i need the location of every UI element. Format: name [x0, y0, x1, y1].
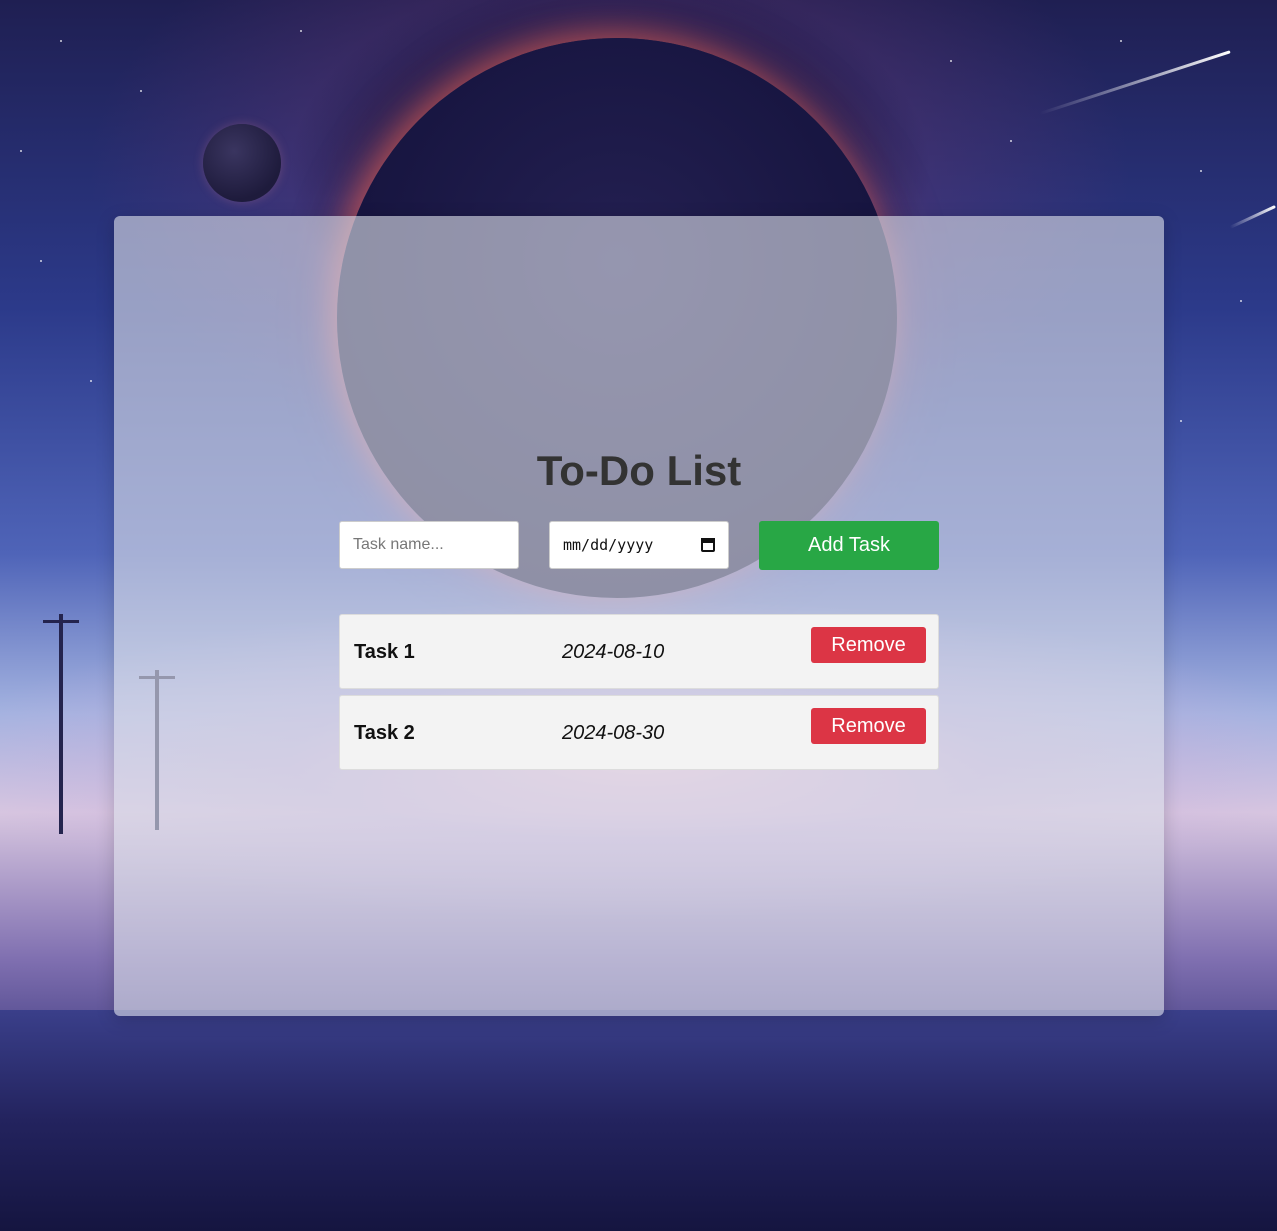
task-name: Task 2 — [354, 722, 415, 744]
remove-task-button[interactable]: Remove — [811, 708, 926, 744]
task-date: 2024-08-30 — [562, 722, 665, 744]
star — [90, 380, 92, 382]
star — [1200, 170, 1202, 172]
star — [300, 30, 302, 32]
star — [140, 90, 142, 92]
page-title: To-Do List — [536, 447, 742, 494]
todo-content: To-Do List mm/dd/yyyy Add Task Task 1 20… — [339, 446, 939, 776]
calendar-icon[interactable] — [701, 538, 715, 552]
star — [40, 260, 42, 262]
add-task-form: mm/dd/yyyy Add Task — [339, 521, 939, 570]
star — [60, 40, 62, 42]
shooting-star — [1039, 50, 1231, 115]
add-task-button[interactable]: Add Task — [759, 521, 939, 570]
remove-task-button[interactable]: Remove — [811, 627, 926, 663]
task-list: Task 1 2024-08-10 Remove Task 2 2024-08-… — [339, 614, 939, 770]
star — [1180, 420, 1182, 422]
star — [1120, 40, 1122, 42]
utility-pole — [43, 614, 79, 834]
star — [950, 60, 952, 62]
date-placeholder: mm/dd/yyyy — [563, 536, 654, 554]
shooting-star — [1229, 205, 1276, 229]
due-date-input[interactable]: mm/dd/yyyy — [549, 521, 729, 569]
road — [0, 1010, 1277, 1231]
small-moon — [203, 124, 281, 202]
star — [1010, 140, 1012, 142]
star — [20, 150, 22, 152]
task-item: Task 1 2024-08-10 Remove — [339, 614, 939, 689]
task-item: Task 2 2024-08-30 Remove — [339, 695, 939, 770]
task-date: 2024-08-10 — [562, 641, 665, 663]
task-name: Task 1 — [354, 641, 415, 663]
star — [1240, 300, 1242, 302]
todo-panel: To-Do List mm/dd/yyyy Add Task Task 1 20… — [114, 216, 1164, 1016]
task-name-input[interactable] — [339, 521, 519, 569]
